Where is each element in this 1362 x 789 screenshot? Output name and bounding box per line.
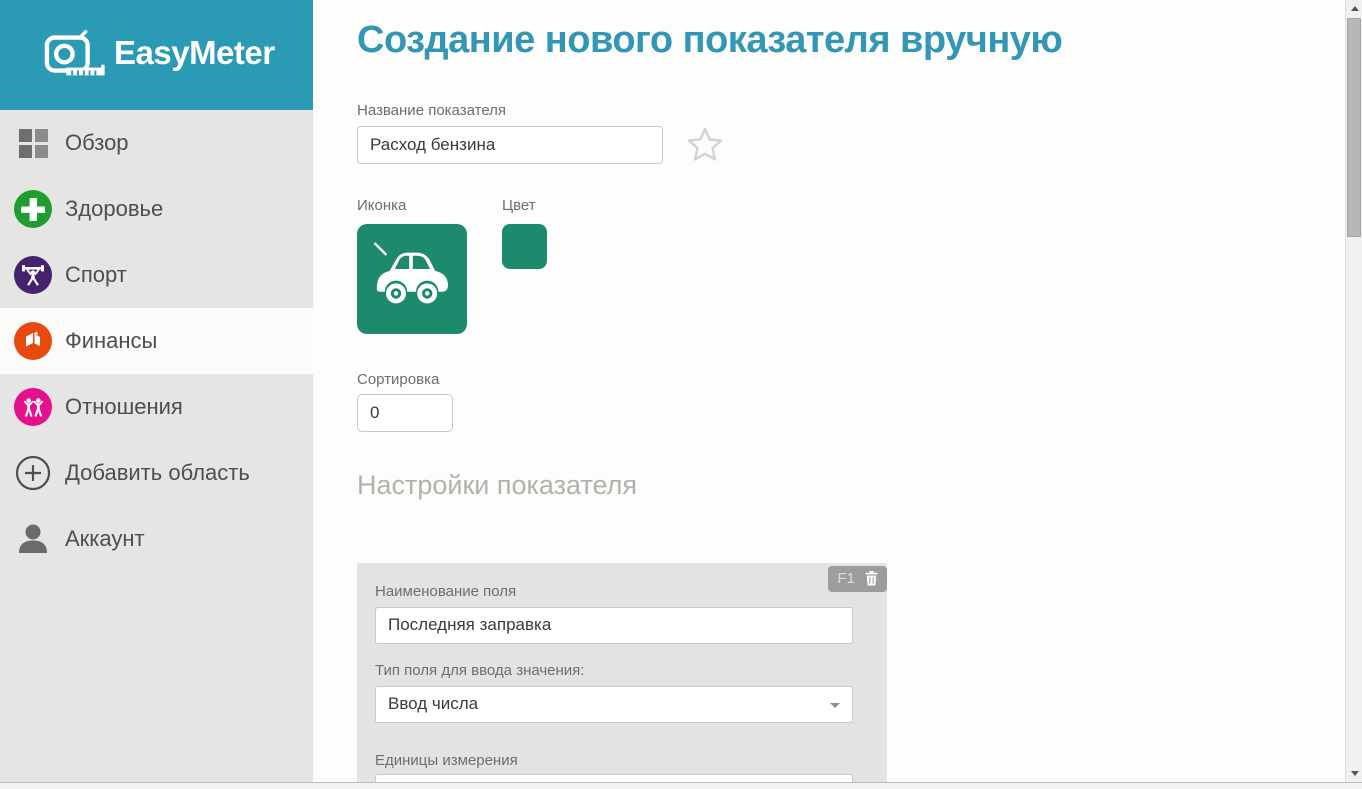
field-name-input[interactable]: [375, 607, 853, 644]
field-type-selected-value: Ввод числа: [388, 694, 478, 714]
car-icon: [368, 235, 456, 323]
scroll-down-arrow-icon: [1351, 771, 1359, 776]
sidebar-item-label: Спорт: [65, 262, 127, 288]
scroll-up-arrow-icon: [1351, 6, 1359, 11]
page-title: Создание нового показателя вручную: [357, 18, 1345, 64]
sidebar-item-finance[interactable]: Финансы: [0, 308, 313, 374]
indicator-name-input[interactable]: [357, 126, 663, 164]
sidebar-item-overview[interactable]: Обзор: [0, 110, 313, 176]
field-badge-label: F1: [837, 570, 855, 587]
people-icon: [13, 387, 53, 427]
wallet-icon: [13, 321, 53, 361]
star-icon: [686, 151, 724, 166]
sidebar-item-add-area[interactable]: Добавить область: [0, 440, 313, 506]
sort-input[interactable]: [357, 394, 453, 432]
tape-measure-icon: [44, 30, 108, 80]
favorite-button[interactable]: [686, 126, 724, 163]
trash-icon: [865, 574, 878, 589]
sidebar-item-label: Обзор: [65, 130, 129, 156]
scroll-down-button[interactable]: [1346, 765, 1362, 782]
weightlifter-icon: [13, 255, 53, 295]
main-content: Создание нового показателя вручную Назва…: [313, 0, 1345, 782]
health-plus-icon: [13, 189, 53, 229]
sidebar-item-label: Отношения: [65, 394, 183, 420]
icon-label: Иконка: [357, 197, 502, 214]
field-type-select[interactable]: Ввод числа: [375, 686, 853, 723]
field-type-label: Тип поля для ввода значения:: [375, 662, 869, 679]
brand-name: EasyMeter: [114, 34, 275, 72]
brand-logo[interactable]: EasyMeter: [0, 0, 313, 110]
dropdown-caret-icon: [830, 703, 840, 708]
sidebar-item-label: Финансы: [65, 328, 157, 354]
color-swatch-button[interactable]: [502, 224, 547, 269]
sidebar-item-relations[interactable]: Отношения: [0, 374, 313, 440]
sidebar-item-label: Аккаунт: [65, 526, 145, 552]
delete-field-button[interactable]: [865, 571, 878, 586]
add-circle-icon: [13, 453, 53, 493]
settings-heading: Настройки показателя: [357, 470, 1345, 501]
icon-picker-button[interactable]: [357, 224, 467, 334]
grid-icon: [13, 123, 53, 163]
vertical-scrollbar[interactable]: [1345, 0, 1362, 782]
scrollbar-thumb[interactable]: [1347, 18, 1361, 237]
sidebar-item-account[interactable]: Аккаунт: [0, 506, 313, 572]
indicator-name-label: Название показателя: [357, 102, 1345, 119]
units-label: Единицы измерения: [375, 752, 869, 769]
field-badge: F1: [828, 566, 887, 592]
sidebar-item-label: Здоровье: [65, 196, 163, 222]
color-label: Цвет: [502, 197, 547, 214]
sidebar-nav: Обзор Здоровье: [0, 110, 313, 572]
sidebar-item-health[interactable]: Здоровье: [0, 176, 313, 242]
field-name-label: Наименование поля: [375, 583, 869, 600]
scroll-up-button[interactable]: [1346, 0, 1362, 17]
sidebar: EasyMeter Обзор Здоро: [0, 0, 313, 782]
sidebar-item-label: Добавить область: [65, 460, 250, 486]
bottom-bar: [0, 782, 1362, 789]
sort-label: Сортировка: [357, 371, 1345, 388]
field-card: F1 Наименование поля Тип поля для ввода …: [357, 563, 887, 782]
person-icon: [13, 519, 53, 559]
sidebar-item-sport[interactable]: Спорт: [0, 242, 313, 308]
units-input[interactable]: [375, 774, 853, 782]
